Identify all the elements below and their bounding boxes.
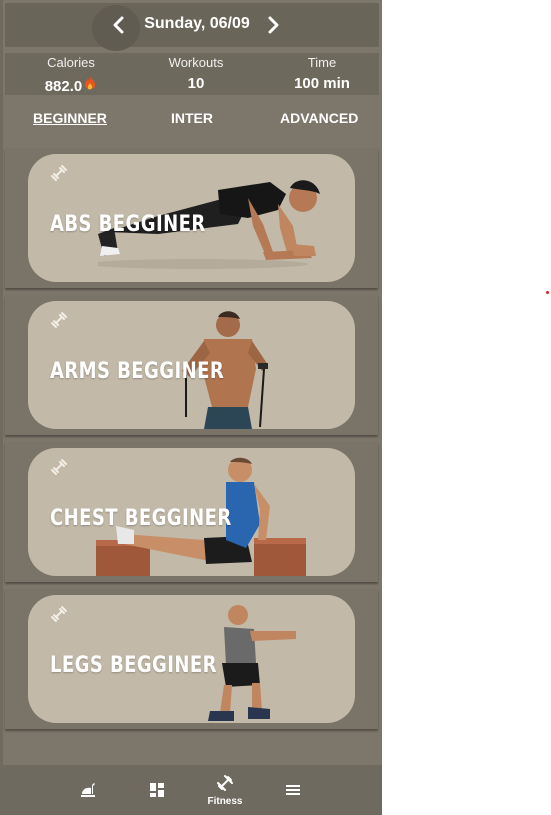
tab-beginner[interactable]: BEGINNER (33, 110, 107, 126)
workouts-value: 10 (187, 75, 205, 92)
list-bottom-space (5, 735, 378, 765)
time-value: 100 min (294, 75, 350, 92)
workout-card-legs: LEGS BEGGINER (5, 589, 378, 729)
nav-food[interactable] (58, 765, 118, 815)
card-title: ARMS BEGGINER (50, 359, 225, 384)
tab-advanced[interactable]: ADVANCED (280, 110, 358, 126)
workouts-label: Workouts (168, 55, 224, 70)
stats-bar: Calories 882.0 Workouts 10 Time 100 min (5, 53, 379, 95)
workout-card-abs-button[interactable]: ABS BEGGINER (28, 154, 355, 282)
prev-day-button[interactable] (104, 11, 132, 39)
card-title: LEGS BEGGINER (50, 653, 217, 678)
card-title: CHEST BEGGINER (50, 506, 232, 531)
fitness-app: Sunday, 06/09 Calories 882.0 Workouts 10… (0, 0, 382, 815)
dumbbell-icon (51, 165, 67, 181)
workout-card-arms-button[interactable]: ARMS BEGGINER (28, 301, 355, 429)
menu-icon (286, 785, 300, 795)
nav-fitness-label: Fitness (207, 795, 243, 807)
flame-icon (83, 75, 97, 95)
dashboard-icon (150, 783, 164, 797)
dumbbell-icon (51, 606, 67, 622)
nav-dashboard[interactable] (127, 765, 187, 815)
calories-label: Calories (47, 55, 95, 70)
tab-inter[interactable]: INTER (171, 110, 213, 126)
indicator-dot (546, 291, 549, 294)
workout-card-abs: ABS BEGGINER (5, 148, 378, 288)
bottom-navigation: Fitness (0, 765, 382, 815)
dumbbell-icon (51, 459, 67, 475)
nav-fitness[interactable]: Fitness (195, 765, 255, 815)
card-title: ABS BEGGINER (50, 212, 206, 237)
next-day-button[interactable] (260, 11, 288, 39)
workout-card-chest: CHEST BEGGINER (5, 442, 378, 582)
stat-calories: Calories 882.0 (11, 53, 131, 95)
food-icon (81, 783, 95, 797)
dumbbell-icon (51, 312, 67, 328)
fitness-icon (217, 774, 233, 791)
calories-value-row: 882.0 (11, 75, 131, 95)
stat-workouts: Workouts 10 (136, 53, 256, 92)
time-label: Time (307, 55, 337, 70)
workout-card-arms: ARMS BEGGINER (5, 295, 378, 435)
chevron-left-icon (113, 16, 124, 34)
date-header: Sunday, 06/09 (5, 3, 379, 51)
workout-card-chest-button[interactable]: CHEST BEGGINER (28, 448, 355, 576)
calories-value: 882.0 (44, 78, 83, 95)
current-date: Sunday, 06/09 (144, 15, 250, 32)
chevron-right-icon (268, 16, 279, 34)
workout-card-legs-button[interactable]: LEGS BEGGINER (28, 595, 355, 723)
stat-time: Time 100 min (262, 53, 382, 92)
nav-menu[interactable] (263, 765, 323, 815)
app-edge (0, 0, 3, 815)
